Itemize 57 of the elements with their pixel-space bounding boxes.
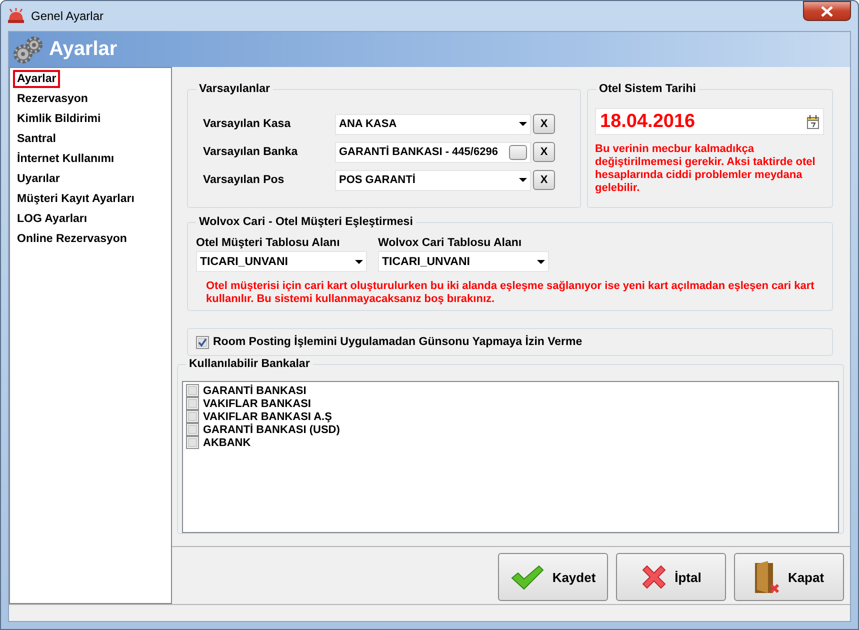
sidebar-item[interactable]: Santral [13,130,60,148]
sidebar-item[interactable]: Kimlik Bildirimi [13,110,105,128]
bank-label: AKBANK [203,436,251,448]
dropdown[interactable]: ANA KASA [335,114,531,134]
field-label: Varsayılan Banka [203,146,299,158]
sidebar-item[interactable]: İnternet Kullanımı [13,150,118,168]
gears-icon [13,34,43,64]
calendar-icon[interactable] [807,114,819,128]
close-button[interactable]: Kapat [734,553,844,601]
dropdown[interactable]: TICARI_UNVANI [378,251,549,272]
close-icon [821,6,833,16]
sidebar-item[interactable]: Uyarılar [13,170,64,188]
field-label: Wolvox Cari Tablosu Alanı [378,237,523,249]
bank-label: VAKIFLAR BANKASI A.Ş [203,410,332,422]
dropdown[interactable]: TICARI_UNVANI [196,251,367,272]
caret-icon [519,122,527,126]
close-button[interactable] [803,1,851,21]
date-field[interactable]: 18.04.2016 [595,108,824,135]
bank-label: GARANTİ BANKASI (USD) [203,424,340,436]
bank-label: VAKIFLAR BANKASI [203,398,311,410]
dropdown[interactable]: POS GARANTİ [335,170,531,190]
cross-icon [640,564,667,590]
lookup-field[interactable]: GARANTİ BANKASI - 445/6296 [335,142,531,162]
group-title: Wolvox Cari - Otel Müşteri Eşleştirmesi [196,215,416,229]
checkbox[interactable] [196,336,209,348]
group-title: Varsayılanlar [196,82,273,96]
sidebar-item[interactable]: Ayarlar [13,70,60,88]
sidebar-item[interactable]: Rezervasyon [13,90,92,108]
checkbox[interactable] [186,423,199,436]
checkbox[interactable] [186,397,199,410]
sidebar-item[interactable]: Online Rezervasyon [13,230,131,248]
checkbox[interactable] [186,410,199,423]
caret-icon [519,178,527,182]
caret-icon [355,260,363,264]
save-button[interactable]: Kaydet [498,553,608,601]
app-icon [7,8,25,24]
caret-icon [537,260,545,264]
field-label: Varsayılan Kasa [203,118,292,130]
checkbox[interactable] [186,384,199,397]
cancel-button[interactable]: İptal [616,553,726,601]
checkbox-label: Room Posting İşlemini Uygulamadan Günsonu Yapmaya İzin Verme [213,336,582,348]
sidebar-item[interactable]: Müşteri Kayıt Ayarları [13,190,138,208]
clear-button[interactable]: X [533,170,555,190]
sidebar-item[interactable]: LOG Ayarları [13,210,92,228]
door-icon [754,560,780,594]
bank-label: GARANTİ BANKASI [203,384,306,396]
warning-text: Bu verinin mecbur kalmadıkça değiştirilmemesi gerekir. Aksi taktirde otel hesaplarında ciddi problemler meydana gelebilir. [595,143,816,195]
field-label: Otel Müşteri Tablosu Alanı [196,237,341,249]
clear-button[interactable]: X [533,114,555,134]
checkbox[interactable] [186,436,199,449]
warning-text: Otel müşterisi için cari kart oluşturulurken bu iki alanda eşleşme sağlanıyor ise yeni kart açılmadan eşleşen cari kart kullanılır. Bu sistemi kullanmayacaksanız boş bırakınız. [205,280,816,306]
check-icon [510,564,544,590]
lookup-button[interactable] [509,144,527,160]
clear-button[interactable]: X [533,142,555,162]
window-title: Genel Ayarlar [31,9,104,23]
field-label: Varsayılan Pos [203,174,286,186]
header-title: Ayarlar [49,38,118,61]
